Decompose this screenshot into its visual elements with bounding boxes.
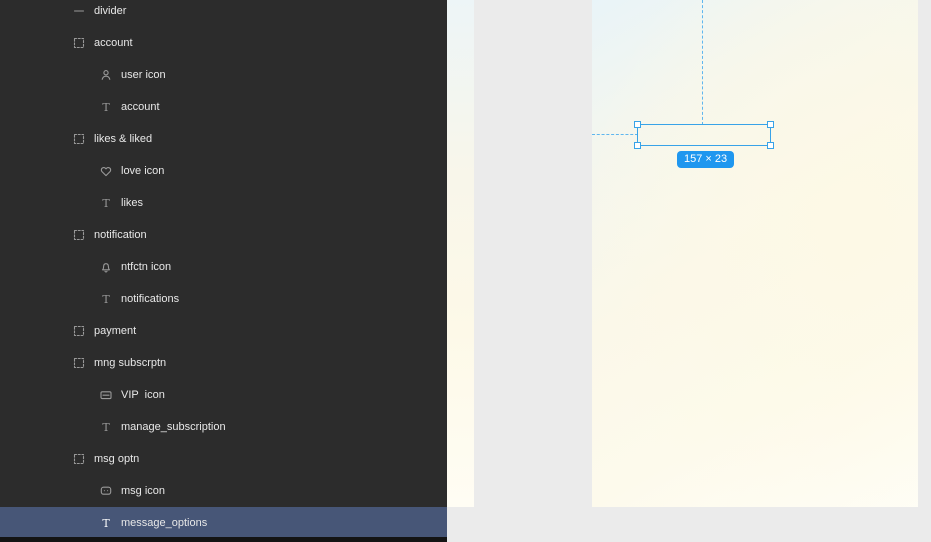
layer-label: msg optn — [94, 453, 139, 465]
message-outline-icon — [99, 484, 113, 498]
layer-row-msg-optn[interactable]: msg optn — [0, 443, 447, 475]
bell-outline-icon — [99, 260, 113, 274]
layer-label: user icon — [121, 69, 166, 81]
layer-row-vip-icon[interactable]: VIP icon — [0, 379, 447, 411]
layer-label: likes & liked — [94, 133, 152, 145]
partial-frame-edge — [447, 0, 474, 507]
frame-icon — [72, 452, 86, 466]
layers-list: divider account user icon T account like… — [0, 0, 447, 539]
layer-row-message-options[interactable]: T message_options — [0, 507, 447, 539]
layer-label: love icon — [121, 165, 164, 177]
frame-icon — [72, 228, 86, 242]
layer-label: VIP icon — [121, 389, 165, 401]
snap-guide-horizontal — [592, 134, 638, 135]
layer-row-msg-icon[interactable]: msg icon — [0, 475, 447, 507]
layer-label: divider — [94, 5, 126, 17]
layer-label: payment — [94, 325, 136, 337]
layer-row-likes[interactable]: T likes — [0, 187, 447, 219]
layer-label: likes — [121, 197, 143, 209]
layer-row-manage-subscription[interactable]: T manage_subscription — [0, 411, 447, 443]
selection-handle-bottom-right[interactable] — [767, 142, 774, 149]
layer-label: ntfctn icon — [121, 261, 171, 273]
layer-label: account — [121, 101, 160, 113]
layer-row-user-icon[interactable]: user icon — [0, 59, 447, 91]
layer-row-love-icon[interactable]: love icon — [0, 155, 447, 187]
svg-text:T: T — [102, 517, 110, 530]
frame-icon — [72, 132, 86, 146]
layer-label: mng subscrptn — [94, 357, 166, 369]
user-icon — [99, 68, 113, 82]
svg-text:T: T — [102, 293, 110, 306]
svg-text:T: T — [102, 101, 110, 114]
selection-size-badge: 157 × 23 — [677, 151, 734, 168]
text-icon: T — [99, 100, 113, 114]
text-icon: T — [99, 516, 113, 530]
layer-label: msg icon — [121, 485, 165, 497]
svg-text:T: T — [102, 197, 110, 210]
svg-text:T: T — [102, 421, 110, 434]
selection-handle-top-right[interactable] — [767, 121, 774, 128]
selection-handle-top-left[interactable] — [634, 121, 641, 128]
selection-box-message-options[interactable] — [637, 124, 771, 146]
selection-handle-bottom-left[interactable] — [634, 142, 641, 149]
layer-row-likes-liked[interactable]: likes & liked — [0, 123, 447, 155]
layers-panel: divider account user icon T account like… — [0, 0, 447, 542]
frame-icon — [72, 36, 86, 50]
frame-icon — [72, 324, 86, 338]
layer-row-notifications[interactable]: T notifications — [0, 283, 447, 315]
layer-row-mng-subscrptn[interactable]: mng subscrptn — [0, 347, 447, 379]
layer-row-account[interactable]: account — [0, 27, 447, 59]
layer-row-ntfctn-icon[interactable]: ntfctn icon — [0, 251, 447, 283]
layer-row-account[interactable]: T account — [0, 91, 447, 123]
design-frame-settings-menu[interactable]: Notifications VIP Manage Subscriptions P… — [592, 0, 918, 507]
snap-guide-vertical — [702, 0, 703, 125]
frame-icon — [72, 356, 86, 370]
card-outline-icon — [99, 388, 113, 402]
layer-label: account — [94, 37, 133, 49]
layer-row-payment[interactable]: payment — [0, 315, 447, 347]
divider-line-icon — [72, 4, 86, 18]
layer-label: notification — [94, 229, 147, 241]
text-icon: T — [99, 420, 113, 434]
text-icon: T — [99, 196, 113, 210]
layer-label: notifications — [121, 293, 179, 305]
panel-bottom-strip — [0, 537, 447, 542]
layer-row-notification[interactable]: notification — [0, 219, 447, 251]
heart-icon — [99, 164, 113, 178]
text-icon: T — [99, 292, 113, 306]
layer-label: manage_subscription — [121, 421, 226, 433]
layer-label: message_options — [121, 517, 207, 529]
layer-row-divider[interactable]: divider — [0, 0, 447, 27]
